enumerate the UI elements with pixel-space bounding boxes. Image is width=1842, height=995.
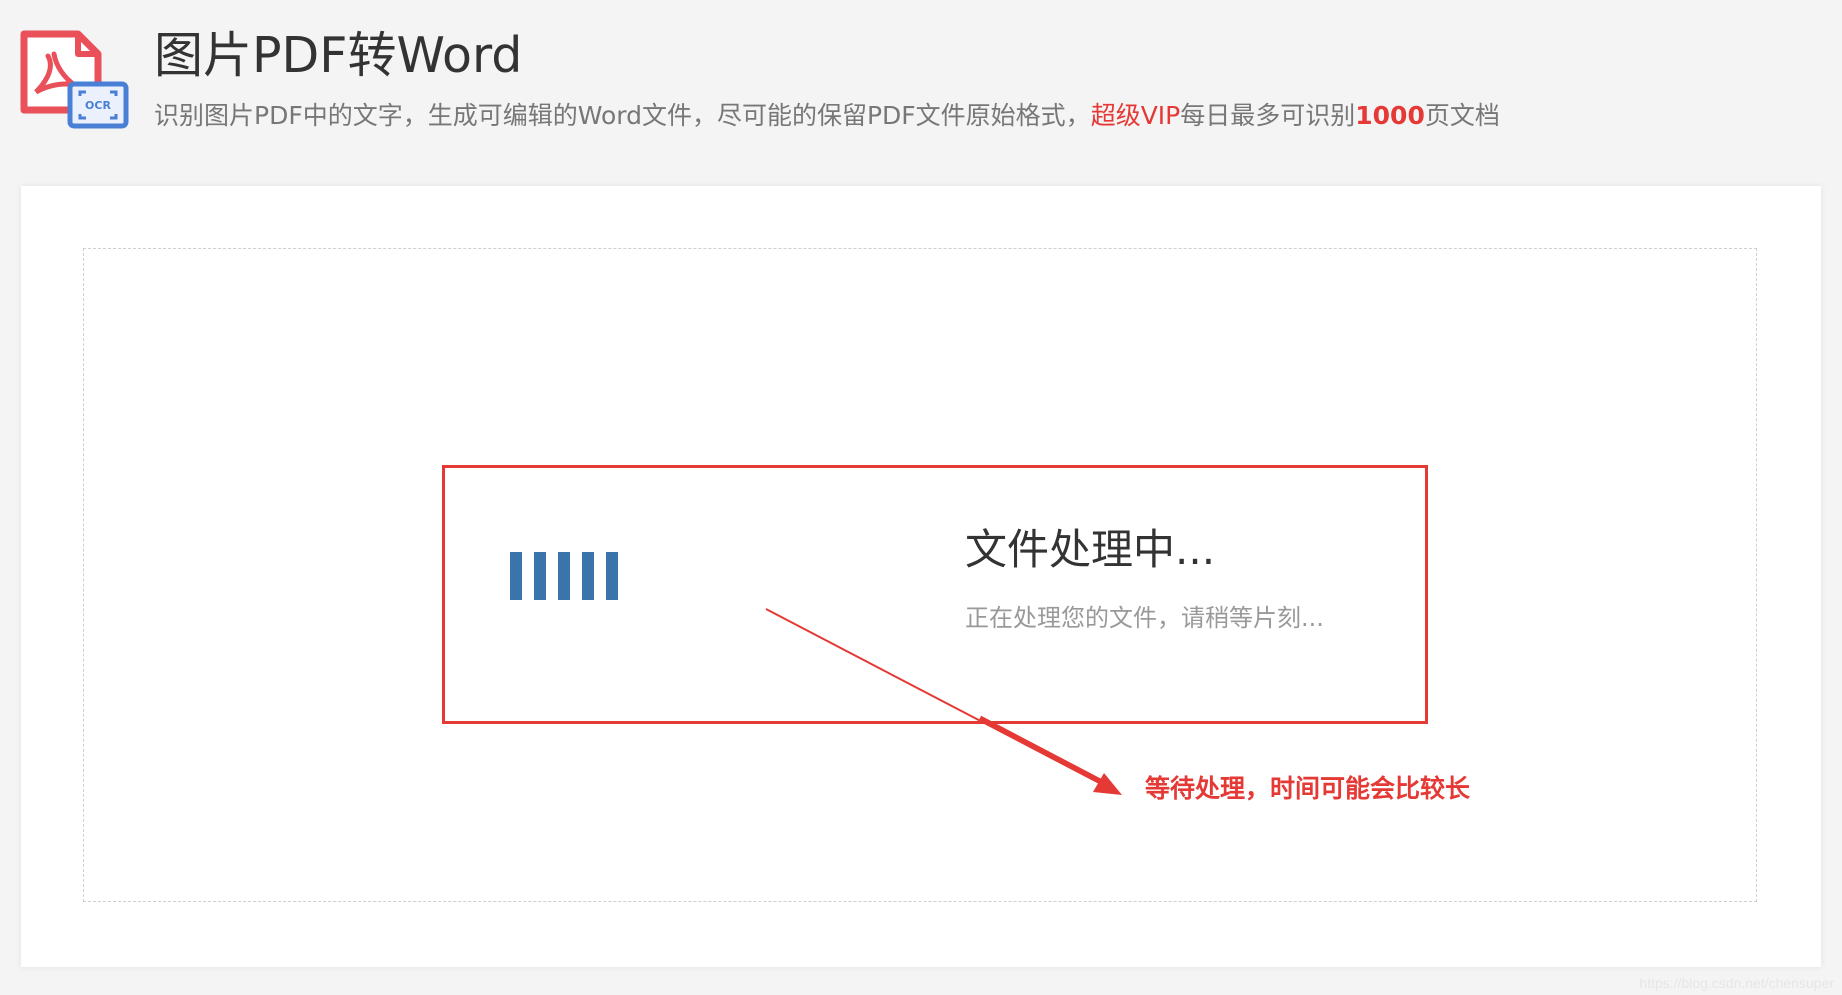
subtitle-mid: 每日最多可识别 <box>1180 101 1356 130</box>
page-limit: 1000 <box>1355 101 1425 130</box>
vip-label: 超级VIP <box>1090 101 1181 130</box>
loader-bar <box>558 552 570 600</box>
loading-bars-icon <box>510 552 622 600</box>
processing-description: 正在处理您的文件，请稍等片刻... <box>965 604 1324 632</box>
loader-bar <box>534 552 546 600</box>
ocr-icon-label: OCR <box>85 99 111 112</box>
pdf-ocr-icon: OCR <box>20 30 132 132</box>
subtitle-prefix: 识别图片PDF中的文字，生成可编辑的Word文件，尽可能的保留PDF文件原始格式… <box>154 101 1091 130</box>
subtitle-suffix: 页文档 <box>1424 101 1500 130</box>
page-subtitle: 识别图片PDF中的文字，生成可编辑的Word文件，尽可能的保留PDF文件原始格式… <box>154 99 1500 133</box>
loader-bar <box>582 552 594 600</box>
page-title: 图片PDF转Word <box>154 27 523 84</box>
header: OCR 图片PDF转Word 识别图片PDF中的文字，生成可编辑的Word文件，… <box>0 0 1842 150</box>
loader-bar <box>606 552 618 600</box>
watermark: https://blog.csdn.net/chensuper <box>1639 975 1834 991</box>
page: OCR 图片PDF转Word 识别图片PDF中的文字，生成可编辑的Word文件，… <box>0 0 1842 995</box>
annotation-text: 等待处理，时间可能会比较长 <box>1145 774 1471 803</box>
processing-title: 文件处理中... <box>965 525 1216 574</box>
loader-bar <box>510 552 522 600</box>
